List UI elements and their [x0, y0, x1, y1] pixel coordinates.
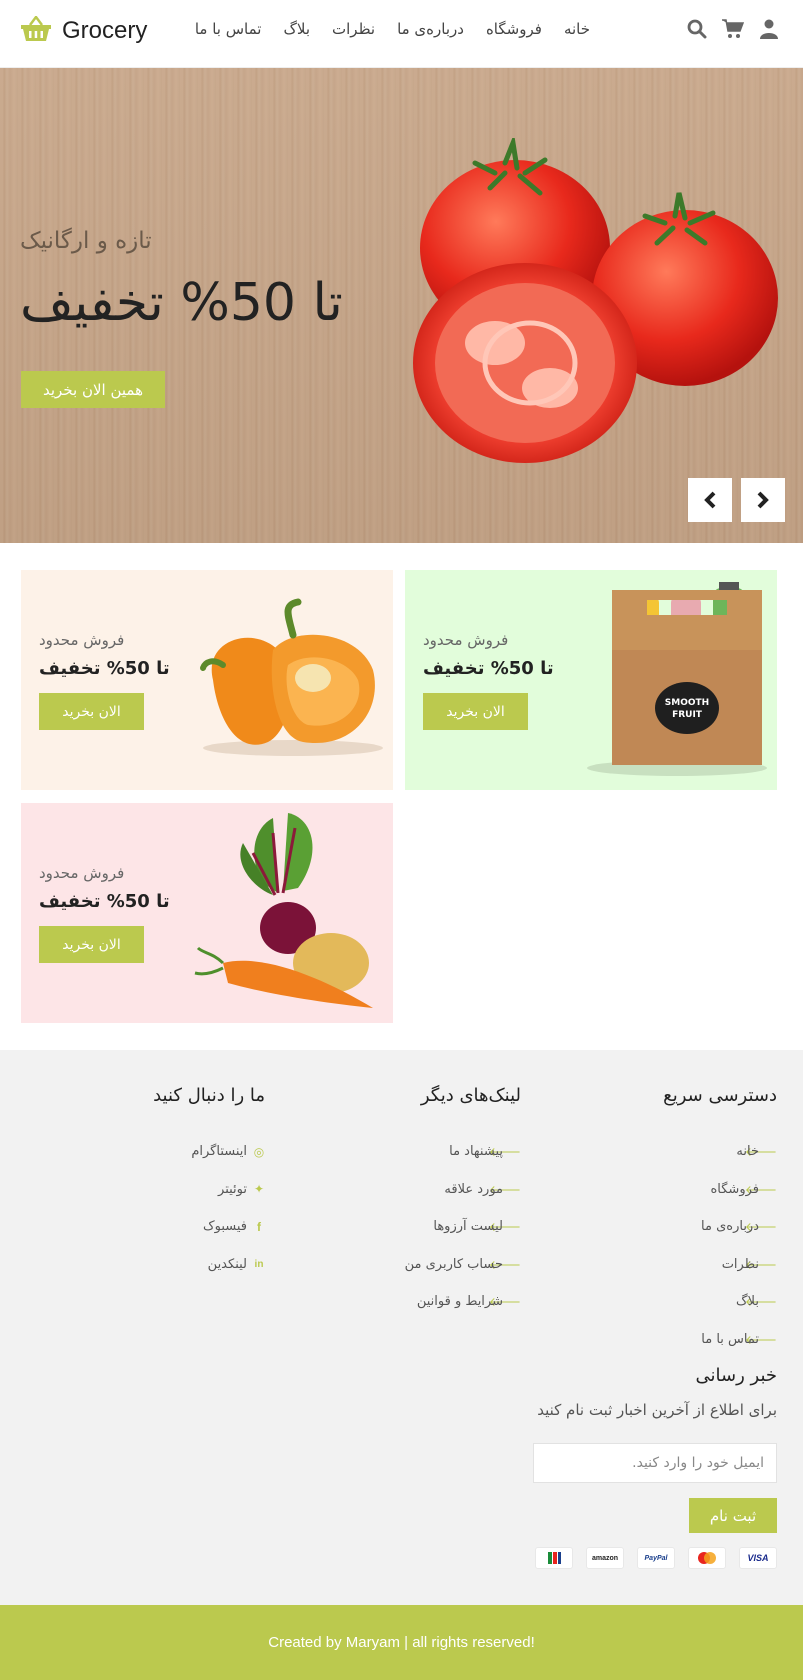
- card-subtitle: فروش محدود: [423, 631, 509, 649]
- card-title: تا 50% تخفیف: [39, 891, 170, 912]
- hero-subtitle: تازه و ارگانیک: [20, 228, 152, 254]
- card-title: تا 50% تخفیف: [39, 658, 170, 679]
- arrow-left-icon: 🡐: [744, 1295, 777, 1310]
- payment-methods: VISA PayPal amazon: [535, 1547, 777, 1569]
- mastercard-icon: [688, 1547, 726, 1569]
- arrow-left-icon: 🡐: [488, 1182, 521, 1197]
- chevron-right-icon: [757, 491, 769, 509]
- instagram-icon: ◎: [253, 1144, 265, 1159]
- arrow-left-icon: 🡐: [488, 1295, 521, 1310]
- promo-card-vegetables: فروش محدود تا 50% تخفیف الان بخرید: [21, 803, 393, 1023]
- card-brand-icon: [535, 1547, 573, 1569]
- vegetables-image: [183, 803, 393, 1023]
- nav-home[interactable]: خانه: [564, 20, 590, 44]
- footer-link[interactable]: 🡐 مورد علاقه: [405, 1171, 521, 1209]
- header-icons: [686, 18, 780, 40]
- site-header: Grocery خانه فروشگاه درباره‌ی ما نظرات ب…: [0, 0, 803, 68]
- newsletter-title: خبر رسانی: [695, 1365, 777, 1386]
- user-icon[interactable]: [758, 18, 780, 40]
- arrow-left-icon: 🡐: [744, 1220, 777, 1235]
- newsletter-text: برای اطلاع از آخرین اخبار ثبت نام کنید: [537, 1401, 777, 1419]
- social-link-linkedin[interactable]: in لینکدین: [153, 1246, 265, 1284]
- logo-text: Grocery: [62, 17, 148, 44]
- twitter-icon: ✦: [253, 1182, 265, 1197]
- social-link-instagram[interactable]: ◎ اینستاگرام: [153, 1133, 265, 1171]
- social-link-facebook[interactable]: f فیسبوک: [153, 1208, 265, 1246]
- juice-box-image: SMOOTH FRUIT: [567, 570, 777, 790]
- footer-col-title: لینک‌های دیگر: [420, 1085, 521, 1106]
- search-icon[interactable]: [686, 18, 708, 40]
- newsletter-email-input[interactable]: [533, 1443, 777, 1483]
- visa-icon: VISA: [739, 1547, 777, 1569]
- svg-text:SMOOTH: SMOOTH: [665, 698, 709, 708]
- footer-link[interactable]: 🡐 تماس با ما: [663, 1321, 777, 1359]
- arrow-left-icon: 🡐: [488, 1257, 521, 1272]
- footer-link[interactable]: 🡐 درباره‌ی ما: [663, 1208, 777, 1246]
- arrow-left-icon: 🡐: [744, 1182, 777, 1197]
- hero-next-button[interactable]: [741, 478, 785, 522]
- facebook-icon: f: [257, 1219, 261, 1234]
- site-footer: دسترسی سریع 🡐 خانه 🡐 فروشگاه 🡐 درباره‌ی ما …: [0, 1050, 803, 1605]
- pepper-image: [183, 570, 393, 790]
- main-nav: خانه فروشگاه درباره‌ی ما نظرات بلاگ تماس…: [195, 20, 590, 44]
- footer-link[interactable]: 🡐 پیشنهاد ما: [405, 1133, 521, 1171]
- arrow-left-icon: 🡐: [744, 1145, 777, 1160]
- copyright-bar: Created by Maryam | all rights reserved!: [0, 1605, 803, 1680]
- nav-reviews[interactable]: نظرات: [332, 20, 375, 44]
- nav-contact[interactable]: تماس با ما: [195, 20, 262, 44]
- chevron-left-icon: [704, 491, 716, 509]
- nav-blog[interactable]: بلاگ: [283, 20, 310, 44]
- hero-title: تا 50% تخفیف: [20, 273, 343, 333]
- footer-follow-us: ما را دنبال کنید ◎ اینستاگرام ✦ توئیتر f فی…: [153, 1085, 265, 1283]
- footer-other-links: لینک‌های دیگر 🡐 پیشنهاد ما 🡐 مورد علاقه 🡐 ل…: [405, 1085, 521, 1321]
- card-title: تا 50% تخفیف: [423, 658, 554, 679]
- svg-text:FRUIT: FRUIT: [672, 710, 703, 720]
- card-buy-button[interactable]: الان بخرید: [39, 926, 144, 963]
- hero-banner: تازه و ارگانیک تا 50% تخفیف همین الان بخ…: [0, 68, 803, 543]
- logo[interactable]: Grocery: [20, 14, 147, 48]
- card-subtitle: فروش محدود: [39, 864, 125, 882]
- amazon-icon: amazon: [586, 1547, 624, 1569]
- footer-link[interactable]: 🡐 خانه: [663, 1133, 777, 1171]
- footer-link[interactable]: 🡐 حساب کاربری من: [405, 1246, 521, 1284]
- footer-link[interactable]: 🡐 بلاگ: [663, 1283, 777, 1321]
- footer-col-title: ما را دنبال کنید: [153, 1085, 265, 1106]
- paypal-icon: PayPal: [637, 1547, 675, 1569]
- linkedin-icon: in: [254, 1258, 264, 1270]
- arrow-left-icon: 🡐: [744, 1257, 777, 1272]
- hero-shop-now-button[interactable]: همین الان بخرید: [21, 371, 165, 408]
- arrow-left-icon: 🡐: [488, 1145, 521, 1160]
- footer-link[interactable]: 🡐 لیست آرزوها: [405, 1208, 521, 1246]
- nav-about[interactable]: درباره‌ی ما: [397, 20, 464, 44]
- hero-prev-button[interactable]: [688, 478, 732, 522]
- footer-link[interactable]: 🡐 فروشگاه: [663, 1171, 777, 1209]
- card-subtitle: فروش محدود: [39, 631, 125, 649]
- footer-link[interactable]: 🡐 شرایط و قوانین: [405, 1283, 521, 1321]
- arrow-left-icon: 🡐: [488, 1220, 521, 1235]
- footer-link[interactable]: 🡐 نظرات: [663, 1246, 777, 1284]
- footer-quick-access: دسترسی سریع 🡐 خانه 🡐 فروشگاه 🡐 درباره‌ی ما …: [663, 1085, 777, 1358]
- promo-card-pepper: فروش محدود تا 50% تخفیف الان بخرید: [21, 570, 393, 790]
- copyright-text: Created by Maryam | all rights reserved!: [268, 1634, 535, 1651]
- footer-col-title: دسترسی سریع: [663, 1085, 777, 1106]
- nav-shop[interactable]: فروشگاه: [486, 20, 542, 44]
- tomatoes-image: [395, 133, 785, 478]
- cart-icon[interactable]: [722, 18, 744, 40]
- basket-icon: [20, 14, 52, 46]
- social-link-twitter[interactable]: ✦ توئیتر: [153, 1171, 265, 1209]
- card-buy-button[interactable]: الان بخرید: [39, 693, 144, 730]
- promo-card-juice: فروش محدود تا 50% تخفیف الان بخرید SMOOT…: [405, 570, 777, 790]
- card-buy-button[interactable]: الان بخرید: [423, 693, 528, 730]
- newsletter: خبر رسانی برای اطلاع از آخرین اخبار ثبت …: [517, 1365, 777, 1533]
- arrow-left-icon: 🡐: [744, 1332, 777, 1347]
- newsletter-signup-button[interactable]: ثبت نام: [689, 1498, 777, 1533]
